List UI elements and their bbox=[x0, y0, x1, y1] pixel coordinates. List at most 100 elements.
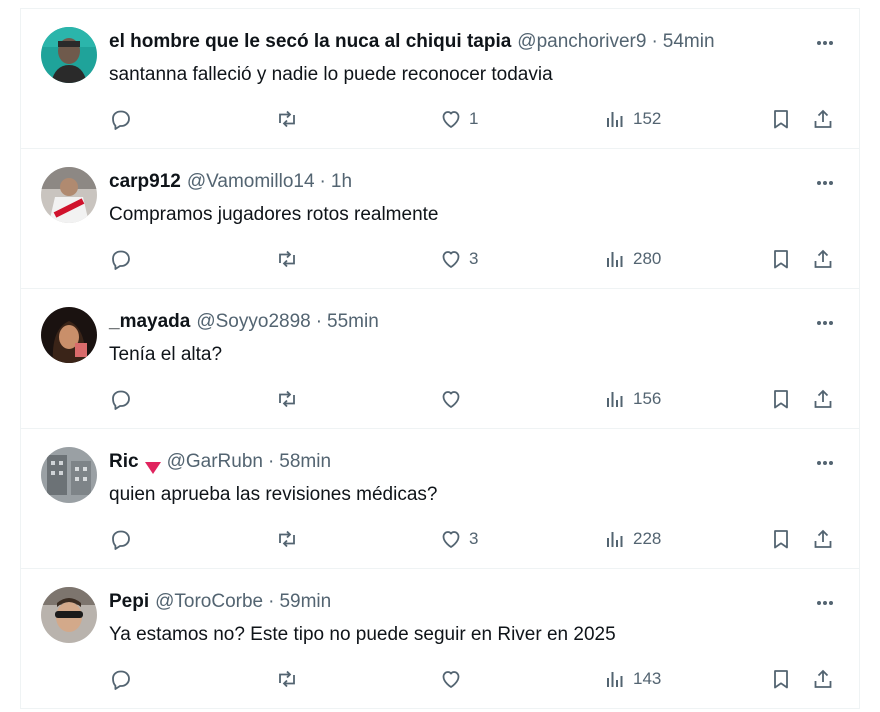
heart-icon bbox=[442, 251, 460, 268]
repost-icon bbox=[279, 670, 295, 688]
user-handle[interactable]: @Soyyo2898 bbox=[196, 307, 310, 337]
avatar[interactable] bbox=[41, 307, 97, 363]
repost-button[interactable] bbox=[275, 381, 299, 417]
bookmark-button[interactable] bbox=[769, 241, 793, 277]
heart-icon bbox=[442, 531, 460, 548]
like-button[interactable]: 3 bbox=[439, 521, 478, 557]
post-text: santanna falleció y nadie lo puede recon… bbox=[109, 64, 553, 85]
avatar[interactable] bbox=[41, 27, 97, 83]
user-handle[interactable]: @ToroCorbe bbox=[155, 587, 263, 617]
display-name[interactable]: el hombre que le secó la nuca al chiqui … bbox=[109, 27, 511, 57]
views-button[interactable]: 152 bbox=[603, 101, 661, 137]
views-button[interactable]: 280 bbox=[603, 241, 661, 277]
share-icon bbox=[814, 529, 832, 548]
separator-dot: · bbox=[315, 311, 323, 332]
views-icon bbox=[607, 532, 623, 547]
action-bar: 3 228 bbox=[21, 521, 859, 557]
post-time[interactable]: 55min bbox=[327, 307, 379, 337]
post[interactable]: carp912 @Vamomillo14 · 1h Compramos juga… bbox=[21, 149, 859, 289]
views-button[interactable]: 143 bbox=[603, 661, 661, 697]
post[interactable]: Ric @GarRubn · 58min quien aprueba las r… bbox=[21, 429, 859, 569]
heart-icon bbox=[442, 111, 460, 128]
post[interactable]: _mayada @Soyyo2898 · 55min Tenía el alta… bbox=[21, 289, 859, 429]
post-time[interactable]: 1h bbox=[331, 167, 352, 197]
share-button[interactable] bbox=[811, 521, 835, 557]
red-triangle-icon bbox=[144, 455, 161, 474]
views-button[interactable]: 228 bbox=[603, 521, 661, 557]
share-button[interactable] bbox=[811, 101, 835, 137]
more-icon[interactable] bbox=[813, 311, 837, 335]
views-icon bbox=[607, 392, 623, 407]
bookmark-button[interactable] bbox=[769, 521, 793, 557]
display-name[interactable]: Pepi bbox=[109, 587, 149, 617]
reply-button[interactable] bbox=[109, 521, 133, 557]
more-icon[interactable] bbox=[813, 171, 837, 195]
user-handle[interactable]: @Vamomillo14 bbox=[187, 167, 315, 197]
post-header: Ric @GarRubn · 58min bbox=[109, 447, 331, 477]
action-bar: 143 bbox=[21, 661, 859, 697]
reply-button[interactable] bbox=[109, 381, 133, 417]
bookmark-icon bbox=[774, 530, 788, 549]
display-name[interactable]: _mayada bbox=[109, 307, 190, 337]
post-text: Ya estamos no? Este tipo no puede seguir… bbox=[109, 624, 616, 645]
reply-button[interactable] bbox=[109, 241, 133, 277]
heart-icon bbox=[442, 671, 460, 688]
post-header: _mayada @Soyyo2898 · 55min bbox=[109, 307, 379, 337]
repost-button[interactable] bbox=[275, 101, 299, 137]
display-name[interactable]: carp912 bbox=[109, 167, 181, 197]
views-button[interactable]: 156 bbox=[603, 381, 661, 417]
post-time[interactable]: 59min bbox=[279, 587, 331, 617]
bookmark-icon bbox=[774, 390, 788, 409]
post-time[interactable]: 54min bbox=[663, 27, 715, 57]
post-header: Pepi @ToroCorbe · 59min bbox=[109, 587, 331, 617]
post-time[interactable]: 58min bbox=[279, 447, 331, 477]
post[interactable]: Pepi @ToroCorbe · 59min Ya estamos no? E… bbox=[21, 569, 859, 709]
bookmark-button[interactable] bbox=[769, 661, 793, 697]
repost-button[interactable] bbox=[275, 521, 299, 557]
bookmark-button[interactable] bbox=[769, 101, 793, 137]
separator-dot: · bbox=[651, 31, 658, 52]
more-icon[interactable] bbox=[813, 591, 837, 615]
action-bar: 1 152 bbox=[21, 101, 859, 137]
more-icon[interactable] bbox=[813, 451, 837, 475]
repost-button[interactable] bbox=[275, 661, 299, 697]
post-text: Tenía el alta? bbox=[109, 344, 223, 365]
like-count: 3 bbox=[469, 249, 479, 268]
repost-button[interactable] bbox=[275, 241, 299, 277]
view-count: 156 bbox=[633, 389, 662, 408]
post-text: quien aprueba las revisiones médicas? bbox=[109, 484, 438, 505]
avatar[interactable] bbox=[41, 587, 97, 643]
share-button[interactable] bbox=[811, 381, 835, 417]
user-handle[interactable]: @panchoriver9 bbox=[517, 27, 646, 57]
avatar[interactable] bbox=[41, 167, 97, 223]
share-button[interactable] bbox=[811, 241, 835, 277]
separator-dot: · bbox=[319, 171, 326, 192]
bookmark-button[interactable] bbox=[769, 381, 793, 417]
like-button[interactable]: 3 bbox=[439, 241, 478, 277]
reply-button[interactable] bbox=[109, 661, 133, 697]
views-icon bbox=[607, 672, 623, 687]
share-icon bbox=[814, 389, 832, 408]
share-icon bbox=[814, 109, 832, 128]
reply-feed: el hombre que le secó la nuca al chiqui … bbox=[20, 8, 860, 709]
bookmark-icon bbox=[774, 110, 788, 129]
more-icon[interactable] bbox=[813, 31, 837, 55]
like-count: 1 bbox=[469, 109, 479, 128]
like-button[interactable]: 1 bbox=[439, 101, 478, 137]
share-button[interactable] bbox=[811, 661, 835, 697]
post-header: carp912 @Vamomillo14 · 1h bbox=[109, 167, 352, 197]
post-header: el hombre que le secó la nuca al chiqui … bbox=[109, 27, 715, 57]
reply-icon bbox=[112, 110, 130, 130]
reply-icon bbox=[112, 670, 130, 690]
post[interactable]: el hombre que le secó la nuca al chiqui … bbox=[21, 9, 859, 149]
avatar[interactable] bbox=[41, 447, 97, 503]
like-button[interactable] bbox=[439, 381, 469, 417]
action-bar: 3 280 bbox=[21, 241, 859, 277]
post-text: Compramos jugadores rotos realmente bbox=[109, 204, 439, 225]
separator-dot: · bbox=[268, 591, 275, 612]
user-handle[interactable]: @GarRubn bbox=[167, 447, 263, 477]
like-button[interactable] bbox=[439, 661, 469, 697]
reply-button[interactable] bbox=[109, 101, 133, 137]
bookmark-icon bbox=[774, 250, 788, 269]
display-name[interactable]: Ric bbox=[109, 447, 139, 477]
